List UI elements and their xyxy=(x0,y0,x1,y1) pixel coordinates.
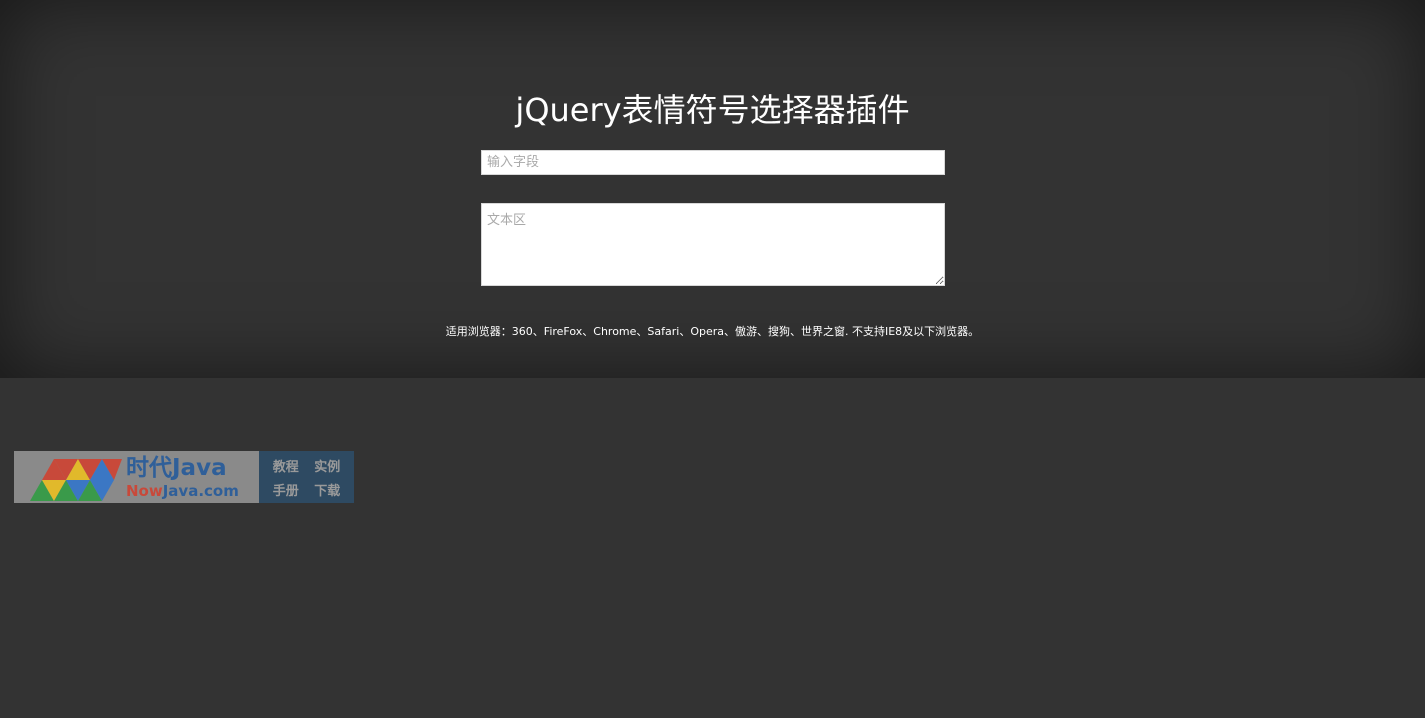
watermark-domain: NowJava.com xyxy=(126,482,239,500)
watermark-brand: 时代Java NowJava.com xyxy=(14,451,259,503)
page-title: jQuery表情符号选择器插件 xyxy=(515,91,910,129)
watermark-domain-suffix: Java.com xyxy=(162,482,239,500)
triangle-logo-icon xyxy=(30,459,122,501)
emoji-text-input[interactable] xyxy=(481,150,945,175)
watermark-link-tutorial[interactable]: 教程 xyxy=(273,456,299,475)
page: jQuery表情符号选择器插件 适用浏览器：360、FireFox、Chrome… xyxy=(0,0,1425,718)
watermark-link-manual[interactable]: 手册 xyxy=(273,480,299,499)
emoji-textarea[interactable] xyxy=(481,203,945,286)
watermark-link-examples[interactable]: 实例 xyxy=(314,456,340,475)
browser-compatibility-note: 适用浏览器：360、FireFox、Chrome、Safari、Opera、傲游… xyxy=(445,325,980,338)
watermark-links: 教程 实例 手册 下载 xyxy=(259,451,354,503)
watermark-link-download[interactable]: 下载 xyxy=(314,480,340,499)
watermark-site-name: 时代Java xyxy=(126,455,227,481)
watermark-domain-prefix: Now xyxy=(126,482,163,500)
hero-section: jQuery表情符号选择器插件 适用浏览器：360、FireFox、Chrome… xyxy=(0,0,1425,378)
site-watermark[interactable]: 时代Java NowJava.com 教程 实例 手册 下载 xyxy=(14,451,354,503)
